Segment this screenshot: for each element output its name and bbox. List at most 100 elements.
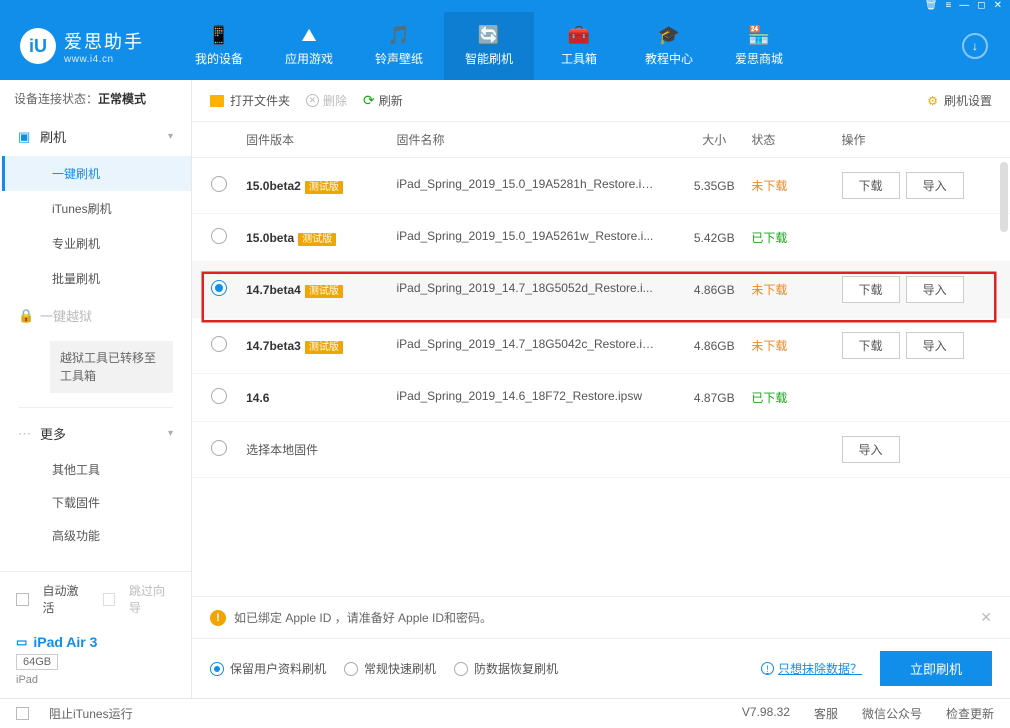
connection-status: 设备连接状态：正常模式 bbox=[0, 80, 191, 117]
opt-keep-data[interactable]: 保留用户资料刷机 bbox=[210, 660, 326, 677]
nav-icon: 🏪 bbox=[748, 25, 770, 46]
device-type: iPad bbox=[16, 674, 175, 686]
device-name: iPad Air 3 bbox=[33, 634, 97, 650]
firmware-name: iPad_Spring_2019_15.0_19A5261w_Restore.i… bbox=[396, 229, 653, 243]
nav-1[interactable]: ⛰应用游戏 bbox=[264, 12, 354, 80]
close-icon[interactable]: ✕ bbox=[994, 0, 1002, 12]
opt-antirecover[interactable]: 防数据恢复刷机 bbox=[454, 660, 558, 677]
flash-now-button[interactable]: 立即刷机 bbox=[880, 651, 992, 686]
brand-zh: 爱思助手 bbox=[64, 28, 144, 54]
version-label: V7.98.32 bbox=[742, 705, 790, 722]
nav-4[interactable]: 🧰工具箱 bbox=[534, 12, 624, 80]
col-ops: 操作 bbox=[842, 122, 1010, 158]
firmware-name: iPad_Spring_2019_14.7_18G5042c_Restore.i… bbox=[396, 337, 656, 351]
sidebar-item-itunes[interactable]: iTunes刷机 bbox=[2, 191, 191, 226]
block-itunes-checkbox[interactable] bbox=[16, 707, 29, 720]
app-logo: iU 爱思助手 www.i4.cn bbox=[20, 28, 144, 65]
nav-icon: 🎵 bbox=[388, 25, 410, 46]
more-icon: ⋯ bbox=[18, 426, 32, 442]
sidebar-hdr-more[interactable]: ⋯ 更多 ▾ bbox=[0, 414, 191, 453]
firmware-row[interactable]: 14.6iPad_Spring_2019_14.6_18F72_Restore.… bbox=[192, 374, 1010, 422]
row-radio[interactable] bbox=[211, 176, 227, 192]
firmware-name: iPad_Spring_2019_14.6_18F72_Restore.ipsw bbox=[396, 389, 642, 403]
import-button[interactable]: 导入 bbox=[842, 436, 900, 463]
firmware-name: iPad_Spring_2019_15.0_19A5281h_Restore.i… bbox=[396, 177, 656, 191]
vertical-scrollbar[interactable] bbox=[1000, 162, 1008, 232]
row-radio[interactable] bbox=[211, 440, 227, 456]
nav-3[interactable]: 🔄智能刷机 bbox=[444, 12, 534, 80]
col-version: 固件版本 bbox=[246, 122, 396, 158]
refresh-icon: ⟳ bbox=[363, 92, 375, 109]
check-update-link[interactable]: 检查更新 bbox=[946, 705, 994, 722]
delete-button: ✕删除 bbox=[306, 92, 347, 109]
flash-settings-button[interactable]: ⚙刷机设置 bbox=[927, 92, 992, 109]
col-name: 固件名称 bbox=[396, 122, 677, 158]
refresh-button[interactable]: ⟳刷新 bbox=[363, 92, 403, 109]
wechat-link[interactable]: 微信公众号 bbox=[862, 705, 922, 722]
device-capacity: 64GB bbox=[16, 654, 58, 670]
help-icon: ! bbox=[761, 662, 774, 675]
auto-activate-checkbox[interactable] bbox=[16, 593, 29, 606]
firmware-row[interactable]: 15.0beta测试版iPad_Spring_2019_15.0_19A5261… bbox=[192, 214, 1010, 262]
firmware-name: iPad_Spring_2019_14.7_18G5052d_Restore.i… bbox=[396, 281, 652, 295]
row-radio[interactable] bbox=[211, 336, 227, 352]
sidebar-item-advanced[interactable]: 高级功能 bbox=[2, 519, 191, 552]
nav-icon: ⛰ bbox=[301, 25, 316, 46]
erase-data-link[interactable]: !只想抹除数据？ bbox=[761, 660, 862, 677]
local-firmware-row[interactable]: 选择本地固件导入 bbox=[192, 422, 1010, 478]
opt-quick[interactable]: 常规快速刷机 bbox=[344, 660, 436, 677]
apple-id-notice: ! 如已绑定 Apple ID ，请准备好 Apple ID和密码。 ✕ bbox=[192, 596, 1010, 638]
download-button[interactable]: 下载 bbox=[842, 276, 900, 303]
firmware-row[interactable]: 14.7beta3测试版iPad_Spring_2019_14.7_18G504… bbox=[192, 318, 1010, 374]
tablet-icon: ▭ bbox=[16, 635, 27, 649]
logo-icon: iU bbox=[20, 28, 56, 64]
nav-0[interactable]: 📱我的设备 bbox=[174, 12, 264, 80]
sidebar-item-pro[interactable]: 专业刷机 bbox=[2, 226, 191, 261]
maximize-icon[interactable]: ◻ bbox=[977, 0, 985, 12]
trash-icon[interactable]: 🗑 bbox=[925, 0, 938, 12]
nav-icon: 🎓 bbox=[658, 25, 680, 46]
row-radio[interactable] bbox=[211, 388, 227, 404]
nav-6[interactable]: 🏪爱思商城 bbox=[714, 12, 804, 80]
lock-icon: 🔒 bbox=[18, 308, 32, 324]
gear-icon: ⚙ bbox=[927, 94, 938, 108]
sidebar-hdr-flash[interactable]: ▣ 刷机 ▾ bbox=[0, 117, 191, 156]
open-folder-button[interactable]: 打开文件夹 bbox=[210, 92, 290, 109]
nav-icon: 📱 bbox=[208, 25, 230, 46]
customer-service-link[interactable]: 客服 bbox=[814, 705, 838, 722]
col-size: 大小 bbox=[677, 122, 751, 158]
firmware-row[interactable]: 14.7beta4测试版iPad_Spring_2019_14.7_18G505… bbox=[192, 262, 1010, 318]
row-radio[interactable] bbox=[211, 280, 227, 296]
warning-icon: ! bbox=[210, 610, 226, 626]
firmware-row[interactable]: 15.0beta2测试版iPad_Spring_2019_15.0_19A528… bbox=[192, 158, 1010, 214]
download-button[interactable]: 下载 bbox=[842, 332, 900, 359]
nav-5[interactable]: 🎓教程中心 bbox=[624, 12, 714, 80]
nav-icon: 🔄 bbox=[478, 25, 500, 46]
jailbreak-note: 越狱工具已转移至工具箱 bbox=[50, 341, 173, 393]
col-status: 状态 bbox=[751, 122, 841, 158]
sidebar-hdr-jailbreak: 🔒 一键越狱 bbox=[0, 296, 191, 335]
delete-icon: ✕ bbox=[306, 94, 319, 107]
sidebar-item-tools[interactable]: 其他工具 bbox=[2, 453, 191, 486]
chevron-down-icon: ▾ bbox=[168, 131, 173, 142]
download-button[interactable]: 下载 bbox=[842, 172, 900, 199]
sidebar-item-download[interactable]: 下载固件 bbox=[2, 486, 191, 519]
brand-en: www.i4.cn bbox=[64, 54, 144, 65]
minimize-icon[interactable]: — bbox=[959, 0, 969, 12]
flash-icon: ▣ bbox=[18, 129, 32, 145]
nav-icon: 🧰 bbox=[568, 25, 590, 46]
notice-close-icon[interactable]: ✕ bbox=[980, 609, 992, 626]
row-radio[interactable] bbox=[211, 228, 227, 244]
sidebar-item-oneclick[interactable]: 一键刷机 bbox=[2, 156, 191, 191]
import-button[interactable]: 导入 bbox=[906, 332, 964, 359]
app-header: iU 爱思助手 www.i4.cn 📱我的设备⛰应用游戏🎵铃声壁纸🔄智能刷机🧰工… bbox=[0, 12, 1010, 80]
chevron-down-icon: ▾ bbox=[168, 428, 173, 439]
menu-icon[interactable]: ≡ bbox=[945, 0, 951, 12]
import-button[interactable]: 导入 bbox=[906, 276, 964, 303]
download-ring-icon[interactable]: ↓ bbox=[962, 33, 988, 59]
import-button[interactable]: 导入 bbox=[906, 172, 964, 199]
nav-2[interactable]: 🎵铃声壁纸 bbox=[354, 12, 444, 80]
skip-guide-checkbox[interactable] bbox=[103, 593, 116, 606]
folder-icon bbox=[210, 95, 224, 107]
sidebar-item-batch[interactable]: 批量刷机 bbox=[2, 261, 191, 296]
